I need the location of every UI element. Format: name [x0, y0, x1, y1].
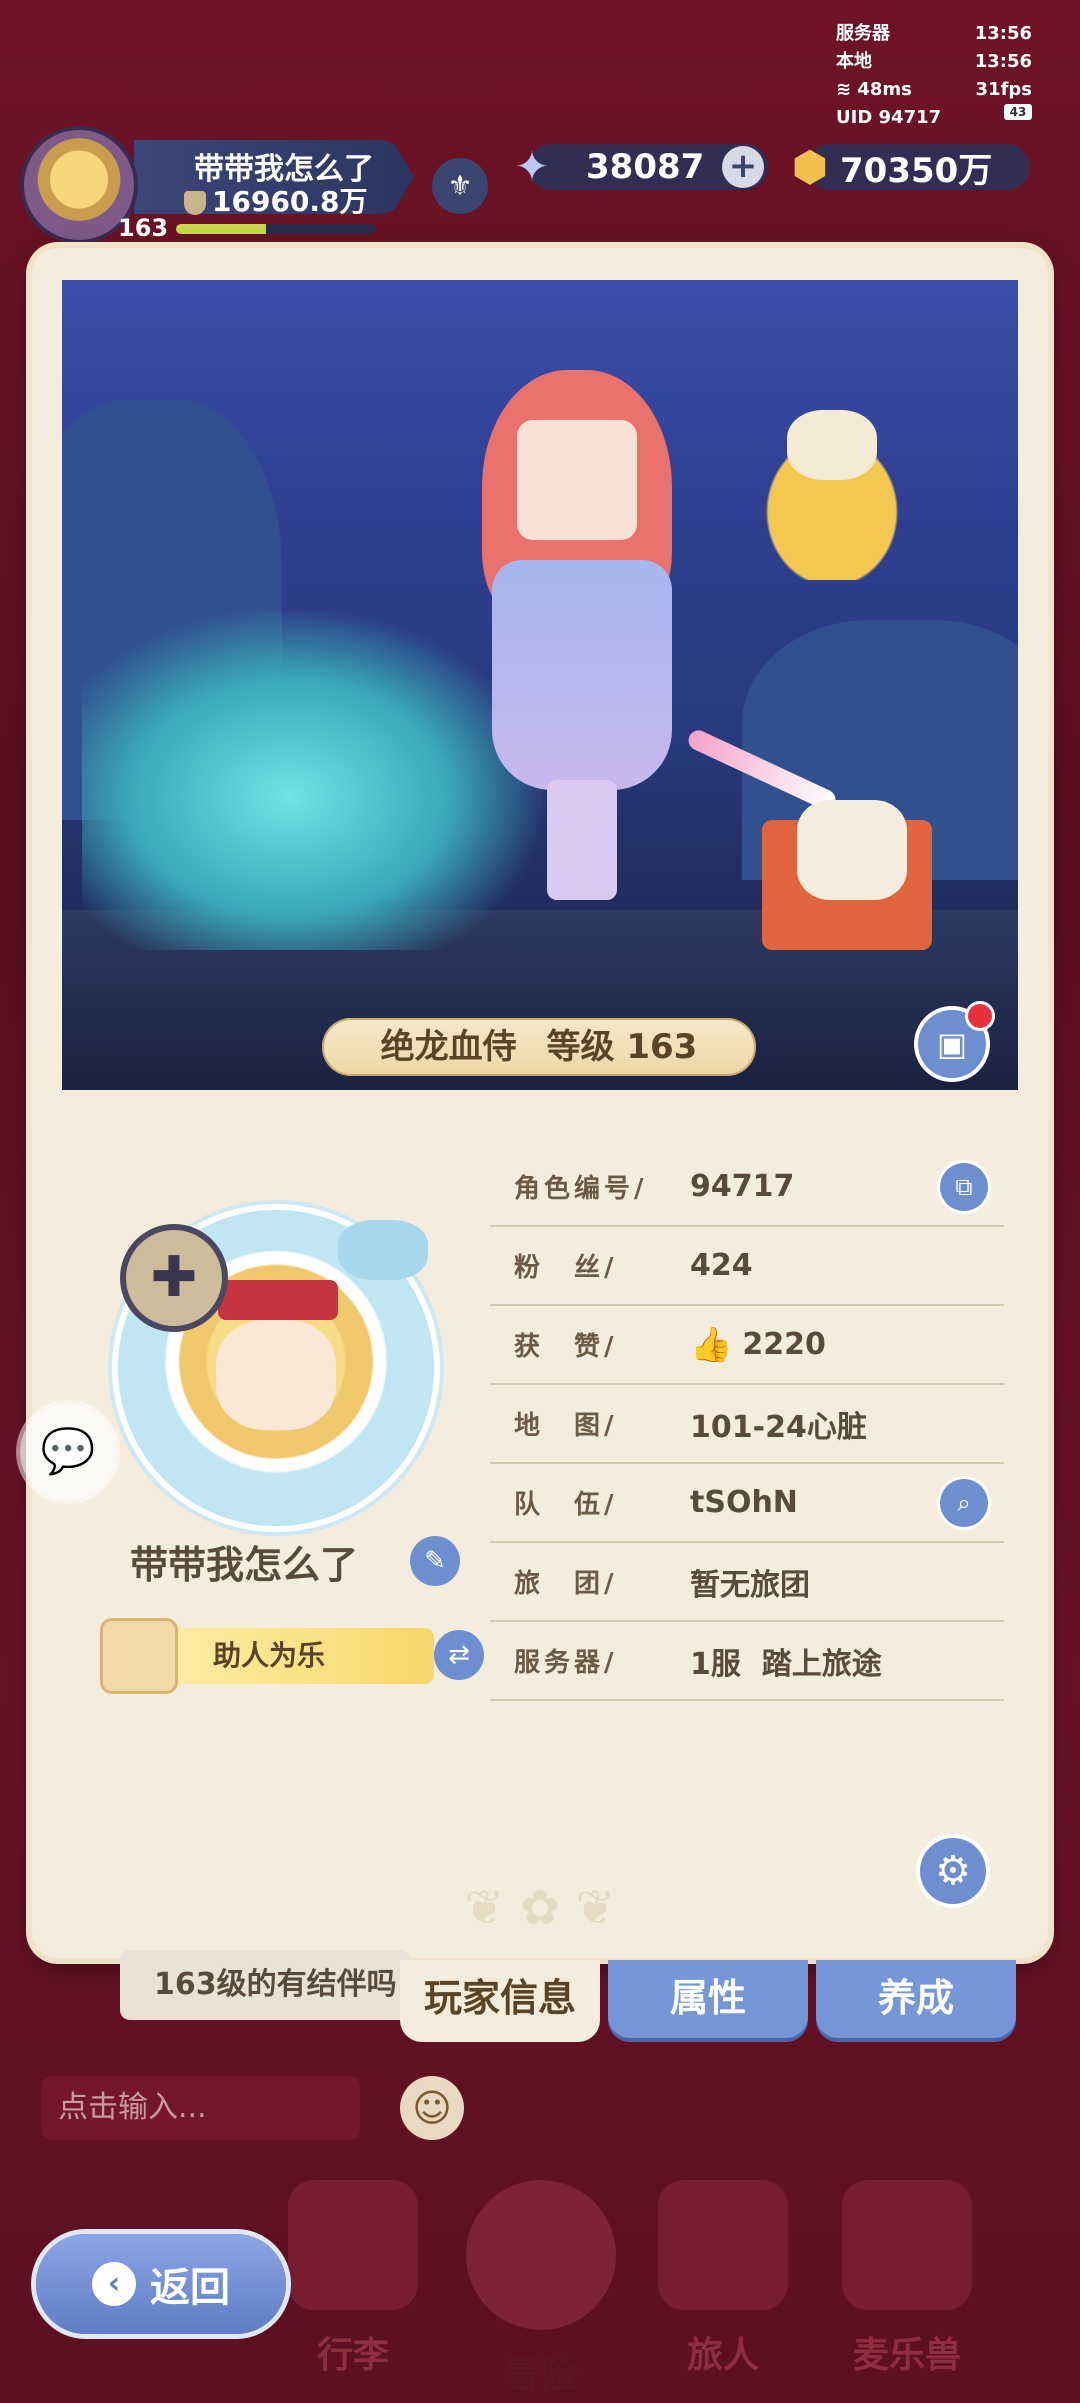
cat-ornament-icon: ❦ ✿ ❦	[464, 1880, 616, 1936]
portrait-card-icon: ▣	[936, 1025, 968, 1063]
pet-icon	[842, 2180, 972, 2310]
info-row-map: 地 图/ 101-24心脏	[490, 1385, 1004, 1464]
local-time: 13:56	[974, 51, 1032, 72]
chat-bubble-icon[interactable]: 💬	[20, 1404, 116, 1500]
info-key: 获 赞/	[514, 1332, 618, 1362]
swap-title-button[interactable]: ⇄	[434, 1630, 484, 1680]
smiley-icon: ☺	[412, 2086, 452, 2130]
info-key: 服务器/	[514, 1648, 618, 1678]
info-key: 粉 丝/	[514, 1253, 618, 1283]
cross-emblem-icon: ✚	[126, 1230, 222, 1326]
player-power: 16960.8万	[184, 180, 368, 220]
luggage-icon	[288, 2180, 418, 2310]
settings-button[interactable]: ⚙	[920, 1838, 986, 1904]
copy-icon[interactable]: ⧉	[940, 1162, 988, 1211]
add-stars-button[interactable]: +	[722, 146, 764, 188]
info-row-fans: 粉 丝/ 424	[490, 1227, 1004, 1306]
edit-name-button[interactable]: ✎	[410, 1536, 460, 1586]
tab-cultivation[interactable]: 养成	[816, 1960, 1016, 2038]
player-character	[452, 340, 712, 900]
back-label: 返回	[150, 2265, 230, 2311]
server-time-label: 服务器	[836, 23, 890, 44]
scroll-icon	[100, 1618, 178, 1694]
wifi-icon: ≋	[836, 79, 852, 100]
level-label: 等级	[546, 1027, 615, 1067]
info-value: 424	[690, 1248, 753, 1283]
info-key: 旅 团/	[514, 1569, 618, 1599]
star-currency: ✦ 38087 +	[514, 143, 768, 191]
nav-label: 麦乐兽	[852, 2335, 961, 2376]
nav-label: 冒险	[504, 2355, 577, 2396]
character-title-banner: 绝龙血侍 等级 163	[322, 1018, 756, 1076]
uid: UID 94717	[836, 107, 942, 128]
ping: ≋ 48ms	[836, 79, 912, 100]
info-value: 暂无旅团	[690, 1567, 810, 1603]
server-time: 13:56	[974, 23, 1032, 44]
thumbs-up-icon[interactable]: 👍	[690, 1325, 732, 1365]
profile-avatar[interactable]: ✚	[118, 1210, 434, 1526]
info-key: 队 伍/	[514, 1490, 618, 1520]
gold-currency: ⬢ 70350万	[792, 143, 1030, 191]
pencil-icon: ✎	[424, 1546, 446, 1576]
crossed-swords-icon	[466, 2180, 616, 2330]
swap-arrows-icon: ⇄	[448, 1640, 470, 1670]
search-icon[interactable]: ⌕	[940, 1478, 988, 1527]
shield-icon	[184, 191, 206, 215]
nav-adventure[interactable]: 冒险	[466, 2180, 616, 2396]
notification-dot	[968, 1004, 992, 1028]
player-chip[interactable]: 带带我怎么了 16960.8万 163	[14, 130, 414, 242]
chat-input[interactable]: 点击输入...	[42, 2076, 360, 2140]
info-value: 101-24心脏	[690, 1409, 867, 1445]
player-nickname: 带带我怎么了	[130, 1543, 359, 1587]
fps: 31fps	[975, 79, 1032, 100]
nav-travelers[interactable]: 旅人	[648, 2180, 798, 2390]
info-key: 地 图/	[514, 1411, 618, 1441]
nav-label: 行李	[316, 2335, 389, 2376]
title-tag-label: 助人为乐	[212, 1639, 325, 1672]
ribbon-bow	[338, 1220, 428, 1280]
character-title: 绝龙血侍	[380, 1027, 517, 1067]
character-showcase	[62, 280, 1018, 1090]
emoji-button[interactable]: ☺	[400, 2076, 464, 2140]
chat-message: 163级的有结伴吗	[120, 1950, 410, 2020]
info-key: 角色编号/	[514, 1174, 648, 1204]
nav-label: 旅人	[686, 2335, 759, 2376]
guild-badge-icon[interactable]: ⚜	[432, 158, 488, 214]
info-row-server: 服务器/ 1服 踏上旅途	[490, 1622, 1004, 1701]
info-value: 94717	[690, 1169, 795, 1204]
back-arrow-icon: ‹	[92, 2262, 136, 2306]
info-row-guild: 旅 团/ 暂无旅团	[490, 1543, 1004, 1622]
info-row-team: 队 伍/ tSOhN ⌕	[490, 1464, 1004, 1543]
gold-amount: 70350万	[840, 150, 993, 191]
player-level: 163	[118, 214, 169, 242]
avatar-crown	[218, 1280, 338, 1320]
character-level: 163	[626, 1027, 698, 1067]
tab-attributes[interactable]: 属性	[608, 1960, 808, 2038]
player-info-list: 角色编号/ 94717 ⧉ 粉 丝/ 424 获 赞/ 👍 2220 地 图/ 1…	[490, 1148, 1004, 1701]
golden-cat-pet	[742, 410, 922, 580]
back-button[interactable]: ‹ 返回	[36, 2234, 286, 2334]
nav-pets[interactable]: 麦乐兽	[832, 2180, 982, 2390]
battery-icon: 43	[1004, 104, 1032, 120]
star-crystal-icon: ✦	[514, 142, 550, 191]
local-time-label: 本地	[836, 51, 872, 72]
info-row-role-id: 角色编号/ 94717 ⧉	[490, 1148, 1004, 1227]
traveler-icon	[658, 2180, 788, 2310]
level-progress-fill	[176, 224, 266, 234]
info-value: 👍 2220	[690, 1324, 826, 1365]
gold-coin-icon: ⬢	[791, 142, 829, 191]
player-title-tag: 助人为乐	[100, 1618, 434, 1694]
info-row-likes: 获 赞/ 👍 2220	[490, 1306, 1004, 1385]
level-progress-bar	[176, 224, 376, 234]
info-value: tSOhN	[690, 1485, 798, 1520]
avatar-face	[216, 1320, 336, 1430]
star-amount: 38087	[586, 147, 705, 187]
device-status-panel: 服务器 13:56 本地 13:56 ≋ 48ms 31fps UID 94717 43	[836, 20, 1032, 132]
info-value: 1服 踏上旅途	[690, 1646, 882, 1682]
box-cat-pet	[742, 770, 942, 960]
gear-icon: ⚙	[935, 1848, 971, 1894]
tab-player-info[interactable]: 玩家信息	[400, 1960, 600, 2042]
change-portrait-button[interactable]: ▣	[918, 1004, 992, 1078]
nav-luggage[interactable]: 行李	[278, 2180, 428, 2390]
